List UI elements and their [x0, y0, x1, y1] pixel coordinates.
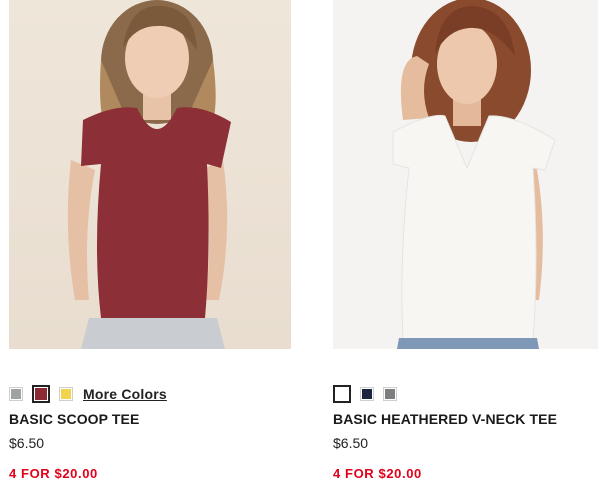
product-image[interactable] — [333, 0, 598, 349]
swatch-gray[interactable] — [9, 387, 23, 401]
product-title[interactable]: BASIC HEATHERED V-NECK TEE — [333, 411, 557, 427]
color-swatches — [333, 385, 406, 403]
promo-text: 4 FOR $20.00 — [333, 466, 422, 481]
swatch-burgundy-selected[interactable] — [32, 385, 50, 403]
product-title[interactable]: BASIC SCOOP TEE — [9, 411, 139, 427]
swatch-white-selected[interactable] — [333, 385, 351, 403]
product-price: $6.50 — [9, 435, 45, 451]
swatch-yellow[interactable] — [59, 387, 73, 401]
color-swatches: More Colors — [9, 385, 167, 403]
product-image[interactable] — [9, 0, 291, 349]
swatch-navy[interactable] — [360, 387, 374, 401]
product-card[interactable]: BASIC HEATHERED V-NECK TEE $6.50 4 FOR $… — [333, 0, 598, 481]
promo-text: 4 FOR $20.00 — [9, 466, 98, 481]
more-colors-link[interactable]: More Colors — [83, 386, 167, 402]
product-card[interactable]: More Colors BASIC SCOOP TEE $6.50 4 FOR … — [9, 0, 291, 481]
swatch-charcoal[interactable] — [383, 387, 397, 401]
product-price: $6.50 — [333, 435, 369, 451]
